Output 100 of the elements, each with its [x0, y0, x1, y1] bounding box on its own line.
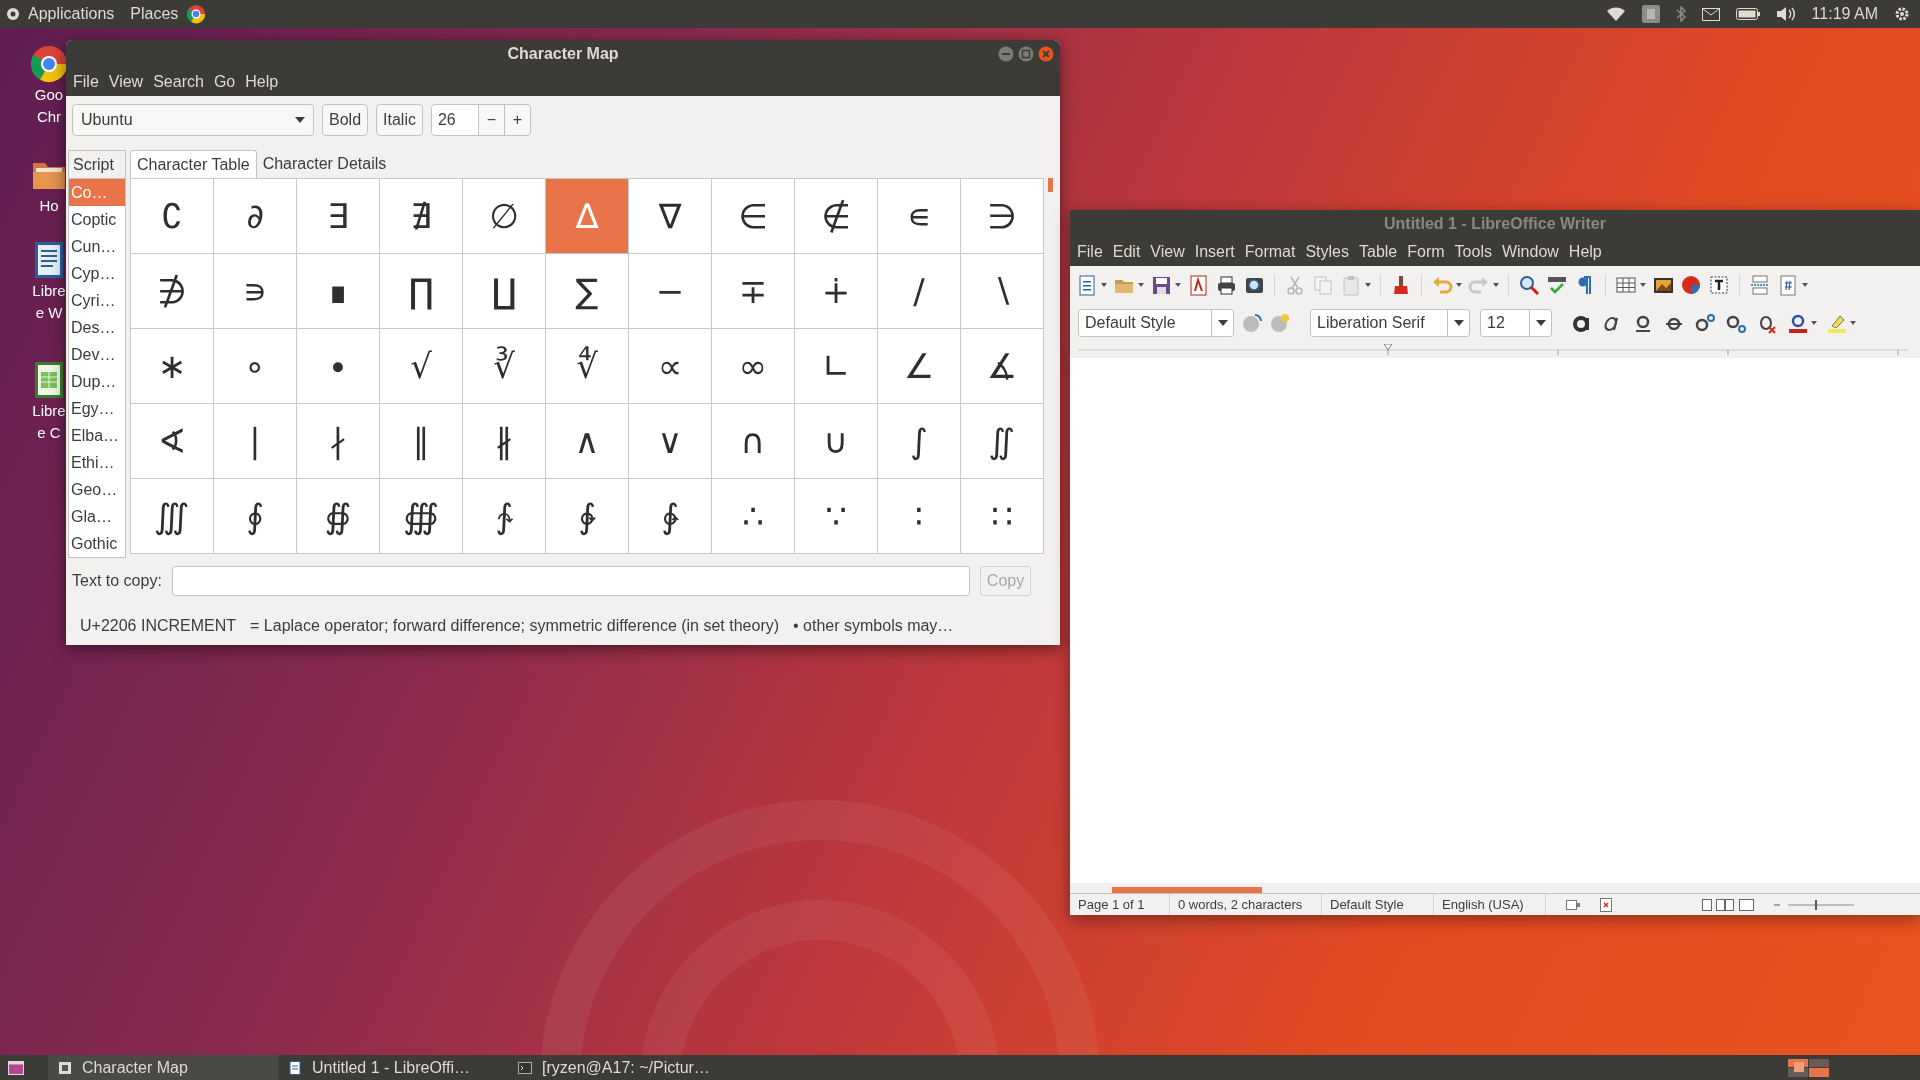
taskbar-item[interactable]: [ryzen@A17: ~/Pictur… [508, 1055, 738, 1080]
character-cell[interactable]: ∙ [297, 329, 380, 404]
menu-item[interactable]: Tools [1449, 240, 1497, 264]
character-cell[interactable]: ∔ [795, 254, 878, 329]
script-list-item[interactable]: Des… [69, 314, 125, 341]
script-list-item[interactable]: Dup… [69, 368, 125, 395]
character-cell[interactable]: ∠ [878, 329, 961, 404]
character-cell[interactable]: ∅ [463, 179, 546, 254]
view-layout-icon[interactable] [1702, 898, 1754, 911]
superscript-icon[interactable] [1694, 312, 1716, 334]
selection-mode-icon[interactable] [1566, 899, 1580, 910]
menu-item[interactable]: Search [148, 70, 209, 94]
browser-icon[interactable] [29, 44, 69, 84]
chart-icon[interactable] [1680, 274, 1702, 296]
character-cell[interactable]: ∐ [463, 254, 546, 329]
character-cell[interactable]: ∤ [297, 404, 380, 479]
character-cell[interactable]: ∟ [795, 329, 878, 404]
character-cell[interactable]: ∎ [297, 254, 380, 329]
panel-menu[interactable]: Applications [28, 2, 115, 26]
character-cell[interactable]: ∬ [961, 404, 1044, 479]
character-cell[interactable]: ∌ [131, 254, 214, 329]
script-list-item[interactable]: Ethi… [69, 449, 125, 476]
paragraph-style-dropdown[interactable]: Default Style [1078, 309, 1234, 337]
dropdown-arrow-icon[interactable] [1365, 283, 1371, 287]
character-cell[interactable]: ∂ [214, 179, 297, 254]
document-modified-icon[interactable] [1600, 897, 1612, 912]
menu-item[interactable]: Edit [1107, 240, 1146, 264]
page-break-icon[interactable] [1749, 274, 1771, 296]
menu-item[interactable]: Styles [1300, 240, 1354, 264]
character-cell[interactable]: ∵ [795, 479, 878, 554]
spellcheck-icon[interactable] [1546, 274, 1568, 296]
character-cell[interactable]: ∏ [380, 254, 463, 329]
font-name-dropdown[interactable]: Liberation Serif [1310, 309, 1470, 337]
character-cell[interactable]: − [629, 254, 712, 329]
zoom-slider-drawing[interactable] [1774, 898, 1854, 911]
character-cell[interactable]: ∄ [380, 179, 463, 254]
character-cell[interactable]: ∰ [380, 479, 463, 554]
dropdown-arrow-icon[interactable] [1640, 283, 1646, 287]
character-cell[interactable]: ∁ [131, 179, 214, 254]
character-cell[interactable]: ∴ [712, 479, 795, 554]
dropdown-arrow-icon[interactable] [1811, 321, 1817, 325]
character-cell[interactable]: ∞ [712, 329, 795, 404]
script-list-item[interactable]: Egy… [69, 395, 125, 422]
character-cell[interactable]: ∉ [795, 179, 878, 254]
character-cell[interactable]: ∯ [297, 479, 380, 554]
menu-item[interactable]: Table [1354, 240, 1403, 264]
scrollbar[interactable] [1112, 887, 1262, 893]
bold-button[interactable]: Bold [322, 104, 369, 136]
dropdown-arrow-icon[interactable] [1493, 283, 1499, 287]
wifi-icon[interactable] [1605, 6, 1626, 22]
text-to-copy-field[interactable] [171, 566, 970, 596]
taskbar-item[interactable]: Untitled 1 - LibreOffi… [278, 1055, 508, 1080]
tab[interactable]: Character Table [130, 150, 257, 178]
dropdown-arrow-icon[interactable] [1802, 283, 1808, 287]
character-cell[interactable]: ∇ [629, 179, 712, 254]
script-list-item[interactable]: Gothic [69, 530, 125, 557]
character-cell[interactable]: ∩ [712, 404, 795, 479]
character-cell[interactable]: ∖ [961, 254, 1044, 329]
find-replace-icon[interactable] [1518, 274, 1540, 296]
battery-icon[interactable] [1735, 8, 1760, 20]
script-list-item[interactable]: Elba… [69, 422, 125, 449]
character-cell[interactable]: √ [380, 329, 463, 404]
character-cell[interactable]: ∊ [878, 179, 961, 254]
menu-item[interactable]: File [68, 70, 104, 94]
character-cell[interactable]: ∦ [463, 404, 546, 479]
panel-menu[interactable]: Places [130, 2, 179, 26]
font-color-icon[interactable] [1787, 312, 1809, 334]
character-cell[interactable]: ∓ [712, 254, 795, 329]
menu-item[interactable]: Help [240, 70, 284, 94]
character-cell[interactable]: ∢ [131, 404, 214, 479]
browser-icon[interactable] [186, 4, 207, 24]
text-box-icon[interactable] [1708, 274, 1730, 296]
character-cell[interactable]: ∝ [629, 329, 712, 404]
settings-icon[interactable] [1894, 6, 1910, 22]
clipboard-icon[interactable] [1340, 274, 1362, 296]
dropdown-arrow-icon[interactable] [1101, 283, 1107, 287]
character-cell[interactable]: ∭ [131, 479, 214, 554]
menu-item[interactable]: View [1145, 240, 1190, 264]
italic-button[interactable]: Italic [376, 104, 423, 136]
dropdown-arrow-icon[interactable] [1138, 283, 1144, 287]
character-cell[interactable]: ∶ [878, 479, 961, 554]
save-icon[interactable] [1150, 274, 1172, 296]
script-list-item[interactable]: Coptic [69, 206, 125, 233]
character-cell[interactable]: ∋ [961, 179, 1044, 254]
ubuntu-logo-icon[interactable] [6, 7, 20, 21]
menu-item[interactable]: Format [1239, 240, 1301, 264]
character-cell[interactable]: ∷ [961, 479, 1044, 554]
script-list-item[interactable]: Cun… [69, 233, 125, 260]
menu-item[interactable]: File [1072, 240, 1108, 264]
menu-item[interactable]: Insert [1189, 240, 1240, 264]
volume-icon[interactable] [1775, 6, 1796, 22]
character-cell[interactable]: ∱ [463, 479, 546, 554]
character-cell[interactable]: ∥ [380, 404, 463, 479]
update-style-icon[interactable] [1242, 313, 1262, 333]
mail-icon[interactable] [1701, 7, 1720, 21]
character-cell[interactable]: ∑ [546, 254, 629, 329]
menu-item[interactable]: Help [1563, 240, 1607, 264]
character-cell[interactable]: ∍ [214, 254, 297, 329]
dropdown-arrow-icon[interactable] [1175, 283, 1181, 287]
menu-item[interactable]: Go [208, 70, 241, 94]
